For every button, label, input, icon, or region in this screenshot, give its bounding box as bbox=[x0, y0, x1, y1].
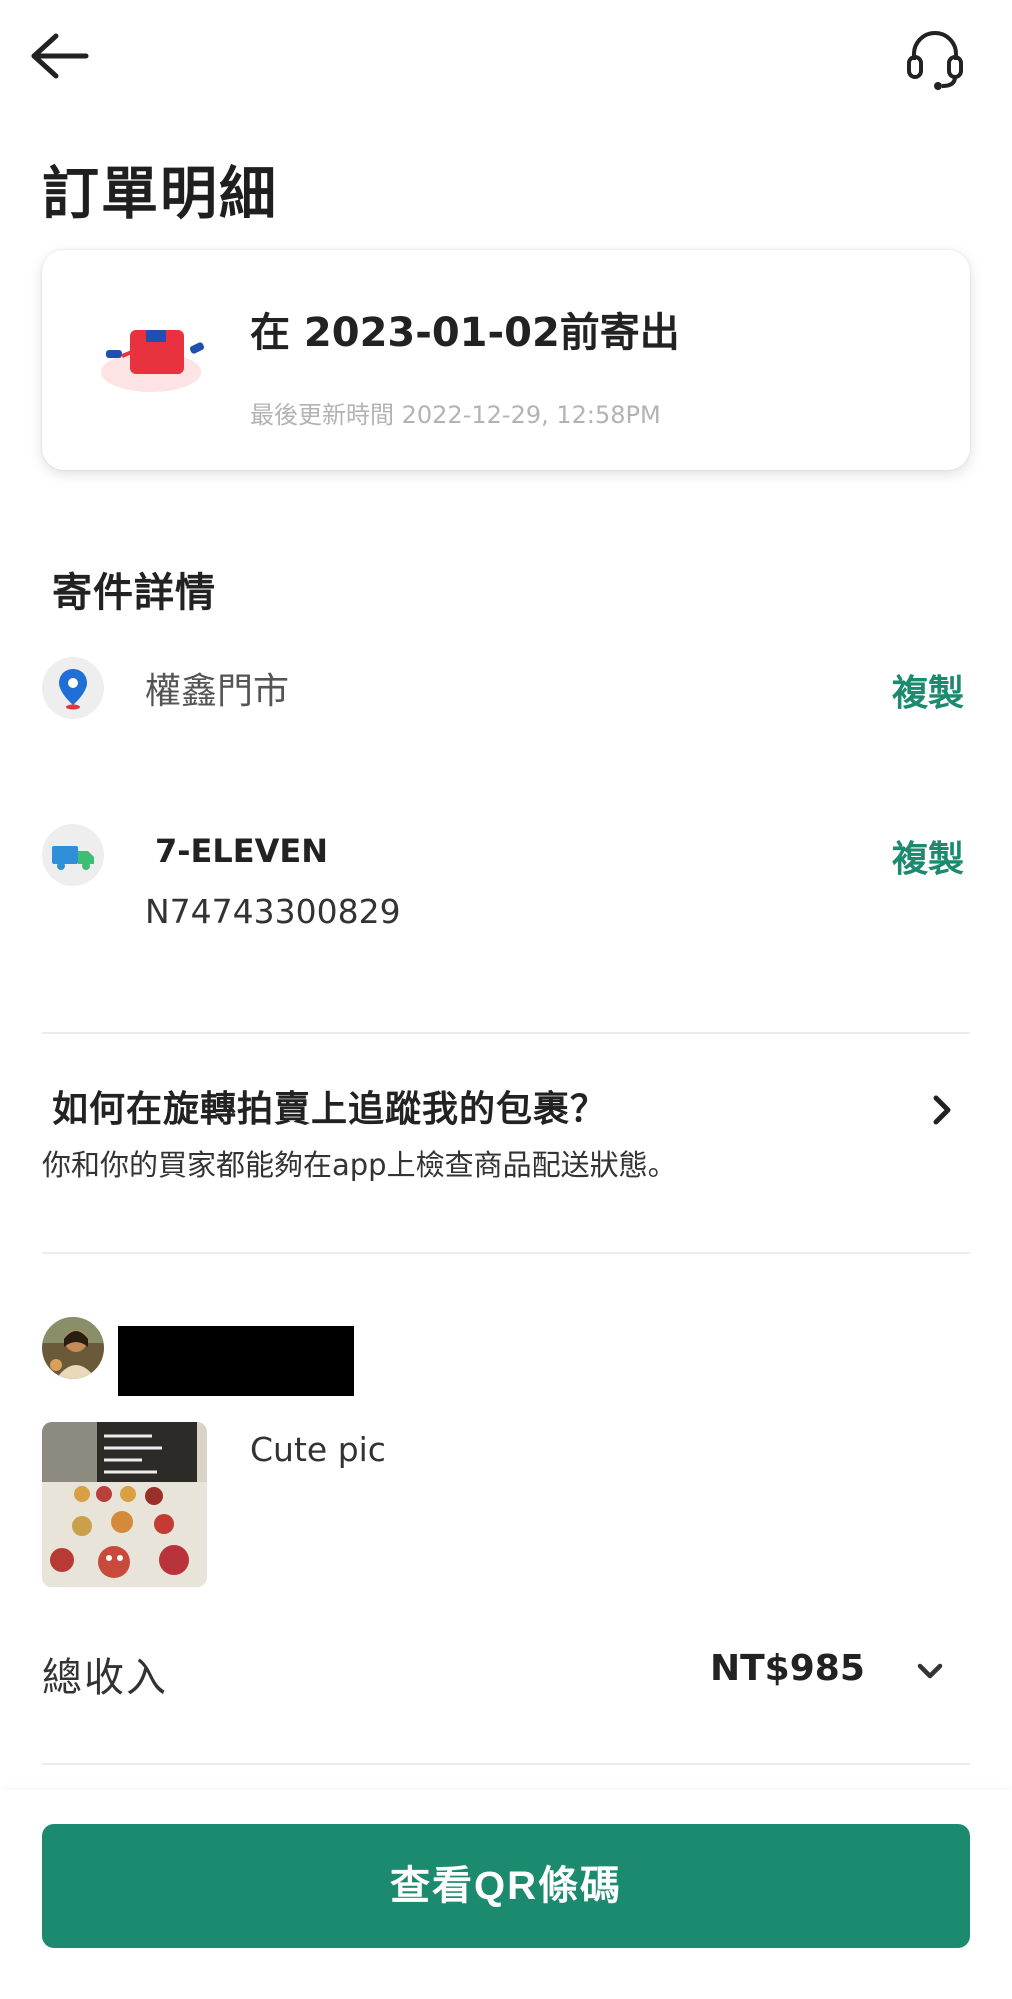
redacted-buyer-name bbox=[118, 1326, 354, 1396]
shipping-details-heading: 寄件詳情 bbox=[52, 570, 216, 616]
copy-tracking-button[interactable]: 複製 bbox=[892, 830, 964, 882]
total-income-label: 總收入 bbox=[42, 1655, 168, 1701]
carrier-name: 7-ELEVEN bbox=[155, 832, 329, 870]
help-title: 如何在旋轉拍賣上追蹤我的包裹？ bbox=[52, 1089, 608, 1130]
help-description: 你和你的買家都能夠在app上檢查商品配送狀態。 bbox=[42, 1148, 677, 1182]
product-thumbnail[interactable] bbox=[42, 1422, 207, 1587]
shipping-status-card: 在 2023-01-02前寄出 最後更新時間 2022-12-29, 12:58… bbox=[42, 250, 970, 470]
divider bbox=[42, 1032, 970, 1034]
location-pin-icon bbox=[42, 657, 104, 719]
arrow-left-icon bbox=[31, 33, 89, 79]
pickup-store-name: 權鑫門市 bbox=[145, 671, 290, 712]
buyer-avatar[interactable] bbox=[42, 1317, 104, 1379]
customer-support-button[interactable] bbox=[900, 24, 970, 94]
copy-store-button[interactable]: 複製 bbox=[892, 664, 964, 716]
product-name: Cute pic bbox=[250, 1430, 386, 1469]
view-qr-code-button[interactable]: 查看QR條碼 bbox=[42, 1824, 970, 1948]
chevron-right-icon bbox=[933, 1095, 951, 1125]
divider bbox=[42, 1252, 970, 1254]
ship-by-date: 在 2023-01-02前寄出 bbox=[250, 310, 680, 356]
package-ship-icon bbox=[86, 312, 216, 402]
page-title: 訂單明細 bbox=[42, 161, 278, 227]
track-package-help-link[interactable]: 如何在旋轉拍賣上追蹤我的包裹？ 你和你的買家都能夠在app上檢查商品配送狀態。 bbox=[42, 1072, 970, 1182]
truck-icon bbox=[42, 824, 104, 886]
last-updated-time: 最後更新時間 2022-12-29, 12:58PM bbox=[250, 401, 661, 429]
top-bar bbox=[0, 0, 1012, 110]
back-button[interactable] bbox=[28, 28, 92, 84]
headset-icon bbox=[907, 31, 963, 90]
divider bbox=[42, 1763, 970, 1765]
footer-bar: 查看QR條碼 bbox=[0, 1790, 1012, 1999]
chevron-down-icon[interactable] bbox=[910, 1658, 950, 1688]
tracking-number: N74743300829 bbox=[145, 892, 401, 931]
total-income-value: NT$985 bbox=[710, 1648, 865, 1689]
